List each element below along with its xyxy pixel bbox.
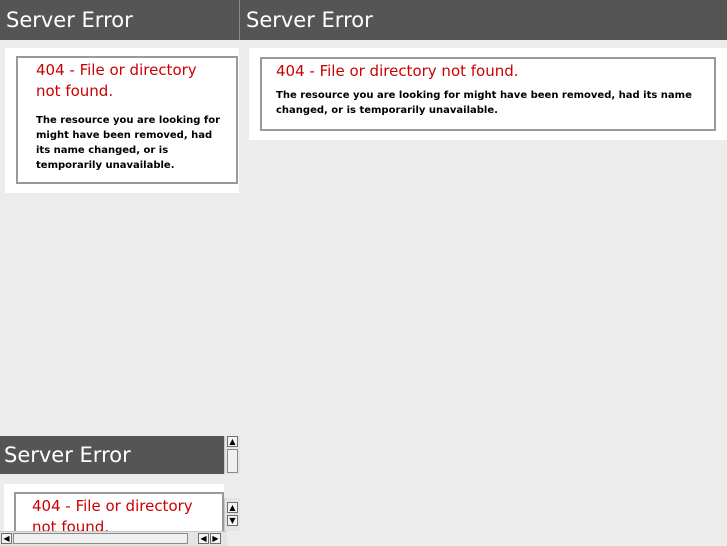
error-box: 404 - File or directory not found. The r… xyxy=(16,56,238,184)
error-message: The resource you are looking for might h… xyxy=(276,90,692,116)
arrow-down-icon[interactable]: ▼ xyxy=(227,515,238,526)
error-title: 404 - File or directory not found. xyxy=(32,497,193,531)
page-header: Server Error xyxy=(0,436,224,474)
arrow-up-icon[interactable]: ▲ xyxy=(227,502,238,513)
error-title: 404 - File or directory not found. xyxy=(36,61,197,100)
arrow-right-icon[interactable]: ▶ xyxy=(210,533,221,544)
scroll-thumb[interactable] xyxy=(13,533,188,544)
frame-right: Server Error 404 - File or directory not… xyxy=(240,0,727,200)
horizontal-scrollbar[interactable]: ◀ ◀ ▶ xyxy=(0,531,227,546)
arrow-left-icon[interactable]: ◀ xyxy=(198,533,209,544)
frame-left: Server Error 404 - File or directory not… xyxy=(0,0,239,200)
page-header: Server Error xyxy=(240,0,727,40)
vertical-scrollbar[interactable]: ▲ xyxy=(224,436,240,474)
scroll-thumb[interactable] xyxy=(227,449,238,473)
content-panel: 404 - File or directory not found. xyxy=(4,484,224,531)
frame-bottom: Server Error 404 - File or directory not… xyxy=(0,436,224,531)
inner-vertical-scrollbar[interactable]: ▲ ▼ xyxy=(224,498,240,531)
error-box: 404 - File or directory not found. xyxy=(14,492,224,531)
content-panel: 404 - File or directory not found. The r… xyxy=(5,48,239,193)
error-title: 404 - File or directory not found. xyxy=(276,62,519,80)
page-header: Server Error xyxy=(0,0,239,40)
error-message: The resource you are looking for might h… xyxy=(36,115,221,171)
error-box: 404 - File or directory not found. The r… xyxy=(260,57,716,131)
arrow-up-icon[interactable]: ▲ xyxy=(227,436,238,447)
content-panel: 404 - File or directory not found. The r… xyxy=(249,48,727,140)
arrow-left-icon[interactable]: ◀ xyxy=(1,533,12,544)
